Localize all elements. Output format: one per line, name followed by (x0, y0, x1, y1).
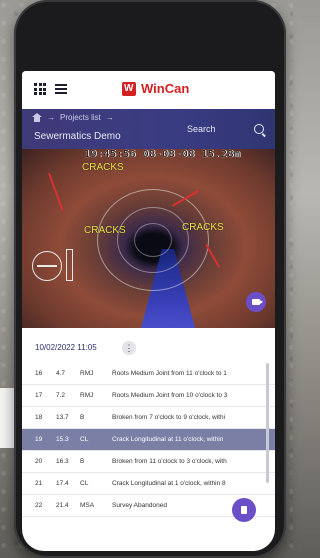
table-row[interactable]: 21 17.4 CL Crack Longitudinal at 1 o'clock,… (22, 473, 275, 495)
cell-no: 21 (35, 480, 43, 487)
crack-label: CRACKS (84, 225, 126, 236)
inspection-video[interactable]: 19:45:56 08-08-08 15.28m CRACKS CRACKS C… (22, 149, 275, 328)
document-icon (241, 506, 247, 514)
video-overlay-text: 19:45:56 08-08-08 15.28m (84, 149, 241, 160)
cell-no: 19 (35, 436, 43, 443)
cell-code: CL (80, 480, 89, 487)
search-label[interactable]: Search (187, 124, 216, 134)
cell-code: MSA (80, 502, 95, 509)
table-row[interactable]: 20 16.3 B Broken from 11 o'clock to 3 o'clo… (22, 451, 275, 473)
crack-label: CRACKS (82, 162, 124, 173)
cell-desc: Roots Medium Joint from 10 o'clock to 3 (112, 392, 228, 399)
report-fab-button[interactable] (232, 498, 256, 522)
pipe-joint-ring (134, 223, 172, 257)
cell-code: B (80, 458, 85, 465)
level-bar-icon (66, 249, 73, 281)
table-row[interactable]: 17 7.2 RMJ Roots Medium Joint from 10 o'clo… (22, 385, 275, 407)
cell-code: CL (80, 436, 89, 443)
cell-dist: 7.2 (56, 392, 66, 399)
cell-dist: 17.4 (56, 480, 69, 487)
inspection-date: 10/02/2022 11:05 (35, 343, 97, 352)
inspection-header: 10/02/2022 11:05 ⋮ (22, 339, 275, 359)
search-icon[interactable] (254, 124, 264, 134)
cell-dist: 16.3 (56, 458, 69, 465)
observations-table: 16 4.7 RMJ Roots Medium Joint from 11 o'clo… (22, 363, 275, 517)
more-options-button[interactable]: ⋮ (122, 341, 136, 355)
table-row[interactable]: 18 13.7 B Broken from 7 o'clock to 9 o'cloc… (22, 407, 275, 429)
breadcrumb: → Projects list → (32, 113, 114, 122)
project-title: Sewermatics Demo (34, 131, 121, 142)
breadcrumb-projects-list[interactable]: Projects list (60, 113, 101, 122)
cell-desc: Crack Longitudinal at 1 o'clock, within … (112, 480, 226, 487)
brand-name: WinCan (141, 81, 190, 96)
cell-desc: Crack Longitudinal at 11 o'clock, within (112, 436, 224, 443)
scrollbar[interactable] (266, 363, 269, 483)
background-paper (0, 388, 14, 448)
apps-grid-icon[interactable] (34, 83, 46, 95)
cell-dist: 15.3 (56, 436, 69, 443)
cell-desc: Broken from 7 o'clock to 9 o'clock, with… (112, 414, 226, 421)
cell-desc: Broken from 11 o'clock to 3 o'clock, wit… (112, 458, 227, 465)
inclination-gauge-icon (32, 251, 62, 281)
crack-marker (48, 173, 64, 212)
brand: WinCan (122, 81, 189, 96)
hamburger-menu-icon[interactable] (55, 84, 67, 94)
top-bar: WinCan (22, 71, 275, 109)
crack-label: CRACKS (182, 222, 224, 233)
navigation-bar: → Projects list → Sewermatics Demo Searc… (22, 109, 275, 149)
cell-code: RMJ (80, 370, 94, 377)
video-camera-icon (252, 299, 263, 305)
cell-no: 18 (35, 414, 43, 421)
crack-marker (205, 244, 220, 268)
cell-dist: 21.4 (56, 502, 69, 509)
home-icon[interactable] (32, 113, 42, 122)
video-camera-button[interactable] (246, 292, 266, 312)
cell-dist: 13.7 (56, 414, 69, 421)
cell-no: 22 (35, 502, 43, 509)
cell-no: 16 (35, 370, 43, 377)
table-row[interactable]: 19 15.3 CL Crack Longitudinal at 11 o'clock… (22, 429, 275, 451)
breadcrumb-separator: → (105, 113, 114, 122)
cell-desc: Roots Medium Joint from 11 o'clock to 1 (112, 370, 227, 377)
wincan-logo-icon (122, 81, 136, 96)
app-screen: WinCan → Projects list → Sewermatics Dem… (22, 71, 275, 551)
cell-no: 17 (35, 392, 43, 399)
cell-code: RMJ (80, 392, 94, 399)
cell-code: B (80, 414, 85, 421)
table-row[interactable]: 16 4.7 RMJ Roots Medium Joint from 11 o'clo… (22, 363, 275, 385)
breadcrumb-separator: → (47, 113, 55, 122)
cell-dist: 4.7 (56, 370, 66, 377)
cell-no: 20 (35, 458, 43, 465)
